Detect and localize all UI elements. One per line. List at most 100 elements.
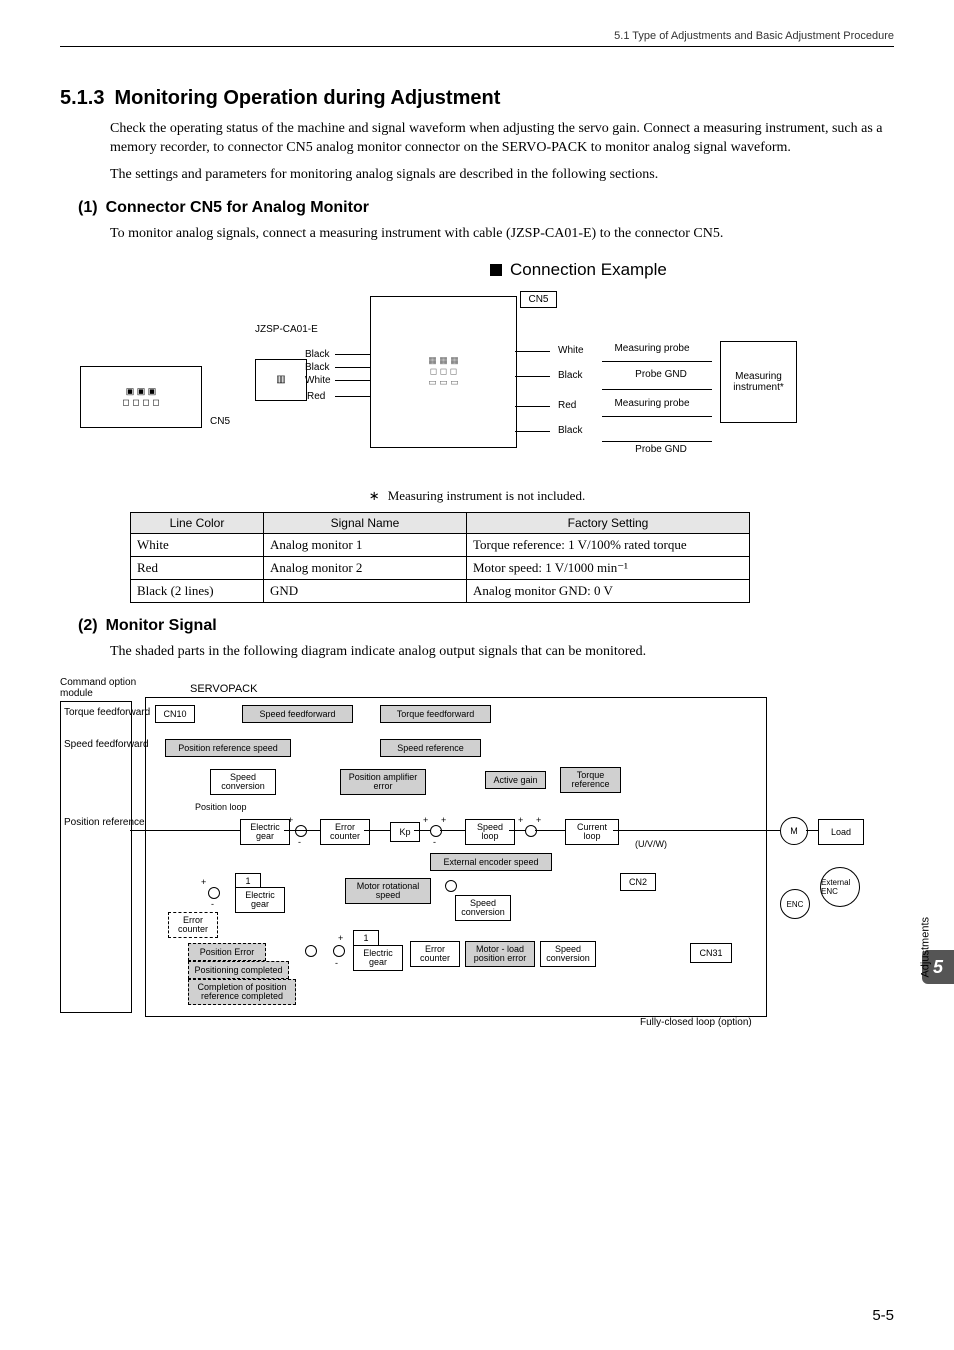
torque-ref: Torque reference	[560, 767, 621, 793]
speed-loop: Speed loop	[465, 819, 515, 845]
table-header-row: Line Color Signal Name Factory Setting	[131, 512, 750, 533]
speed-ff-box: Speed feedforward	[242, 705, 353, 723]
torque-ff-box: Torque feedforward	[380, 705, 491, 723]
meas-probe2: Measuring probe	[602, 394, 702, 414]
wire-white: White	[305, 375, 331, 386]
connection-diagram: ▣ ▣ ▣◻ ◻ ◻ ◻ CN5 ▥ JZSP-CA01-E Black Bla…	[60, 286, 894, 486]
probe-white: White	[558, 345, 584, 356]
position-loop-label: Position loop	[195, 802, 247, 812]
speed-ref: Speed reference	[380, 739, 481, 757]
plus3b: +	[536, 815, 541, 825]
sub1-heading: (1) Connector CN5 for Analog Monitor	[78, 199, 894, 217]
cn5-top-label: CN5	[520, 291, 557, 308]
probe-black2: Black	[558, 425, 582, 436]
table-row: White Analog monitor 1 Torque reference:…	[131, 533, 750, 556]
motor-m: M	[780, 817, 808, 845]
minus4: -	[211, 899, 214, 909]
wire-red: Red	[307, 391, 325, 402]
th-factory: Factory Setting	[467, 512, 750, 533]
cn5-label: CN5	[210, 416, 230, 427]
active-gain: Active gain	[485, 771, 546, 789]
table-row: Red Analog monitor 2 Motor speed: 1 V/10…	[131, 556, 750, 579]
section-heading: 5.1.3 Monitoring Operation during Adjustm…	[60, 87, 894, 110]
meas-probe1: Measuring probe	[602, 339, 702, 359]
current-loop: Current loop	[565, 819, 619, 845]
plus4: +	[201, 877, 206, 887]
minus2: -	[433, 837, 436, 847]
plus2b: +	[441, 815, 446, 825]
servopack-device: ▣ ▣ ▣◻ ◻ ◻ ◻	[80, 366, 202, 428]
uvw: (U/V/W)	[635, 839, 667, 849]
pos-error: Position Error	[188, 943, 266, 961]
pos-ref-label: Position reference	[64, 817, 145, 828]
square-icon	[490, 264, 502, 276]
minus1: -	[298, 837, 301, 847]
cn10: CN10	[155, 705, 195, 723]
cn2: CN2	[620, 873, 656, 891]
section-para1: Check the operating status of the machin…	[110, 120, 894, 158]
plus5: +	[338, 933, 343, 943]
wire-black2: Black	[305, 362, 329, 373]
torque-ff-label: Torque feedforward	[64, 707, 150, 718]
note-asterisk: ∗Measuring instrument is not included.	[60, 488, 894, 504]
th-line-color: Line Color	[131, 512, 264, 533]
motor-load-err: Motor - load position error	[465, 941, 535, 967]
speed-ff-label: Speed feedforward	[64, 739, 149, 750]
table-row: Black (2 lines) GND Analog monitor GND: …	[131, 579, 750, 602]
wire-black1: Black	[305, 349, 329, 360]
motor-rot-speed: Motor rotational speed	[345, 878, 431, 904]
speed-conv: Speed conversion	[210, 769, 276, 795]
cn31: CN31	[690, 943, 732, 963]
positioning-completed: Positioning completed	[188, 961, 289, 979]
block-diagram: Command option module Torque feedforward…	[60, 677, 880, 1037]
measuring-instrument: Measuring instrument*	[720, 341, 797, 423]
section-number: 5.1.3	[60, 87, 104, 109]
speed-conv2: Speed conversion	[455, 895, 511, 921]
ext-enc: External ENC	[820, 867, 860, 907]
pos-ref-speed: Position reference speed	[165, 739, 291, 757]
egear1: Electric gear	[240, 819, 290, 845]
th-signal-name: Signal Name	[264, 512, 467, 533]
sub2-title: Monitor Signal	[106, 617, 217, 634]
side-tab: Adjustments 5	[922, 870, 954, 984]
section-para2: The settings and parameters for monitori…	[110, 166, 894, 185]
section-title-text: Monitoring Operation during Adjustment	[114, 87, 500, 109]
fully-closed-label: Fully-closed loop (option)	[640, 1017, 752, 1028]
egear3: Electric gear	[353, 945, 403, 971]
probe-gnd1: Probe GND	[616, 366, 706, 384]
kp: Kp	[390, 822, 420, 842]
plus3: +	[518, 815, 523, 825]
egear2: Electric gear	[235, 887, 285, 913]
speed-conv3: Speed conversion	[540, 941, 596, 967]
enc: ENC	[780, 889, 810, 919]
servopack-label: SERVOPACK	[190, 683, 257, 695]
minus5: -	[335, 958, 338, 968]
ext-enc-speed: External encoder speed	[430, 853, 552, 871]
sub2-num: (2)	[78, 617, 98, 634]
load: Load	[818, 819, 864, 845]
plus2: +	[423, 815, 428, 825]
sub1-title: Connector CN5 for Analog Monitor	[106, 199, 369, 216]
plus1: +	[288, 815, 293, 825]
err-counter2: Error counter	[410, 941, 460, 967]
signal-table: Line Color Signal Name Factory Setting W…	[130, 512, 750, 603]
completion: Completion of position reference complet…	[188, 979, 296, 1005]
one2: 1	[353, 930, 379, 946]
side-label: Adjustments	[920, 917, 932, 978]
pos-amp-err: Position amplifier error	[340, 769, 426, 795]
header-rule	[60, 46, 894, 47]
probe-black1: Black	[558, 370, 582, 381]
err-counter-lbl: Error counter	[168, 912, 218, 938]
err-counter1: Error counter	[320, 819, 370, 845]
page-number: 5-5	[872, 1307, 894, 1324]
sub1-para: To monitor analog signals, connect a mea…	[110, 225, 894, 244]
probe-gnd2: Probe GND	[616, 441, 706, 459]
cmd-module-label: Command option module	[60, 677, 140, 699]
sub2-para: The shaded parts in the following diagra…	[110, 643, 894, 662]
connection-example-title: Connection Example	[490, 260, 894, 280]
cable-label: JZSP-CA01-E	[255, 324, 318, 335]
probe-red: Red	[558, 400, 576, 411]
sub2-heading: (2) Monitor Signal	[78, 617, 894, 635]
sub1-num: (1)	[78, 199, 98, 216]
running-header: 5.1 Type of Adjustments and Basic Adjust…	[60, 30, 894, 42]
